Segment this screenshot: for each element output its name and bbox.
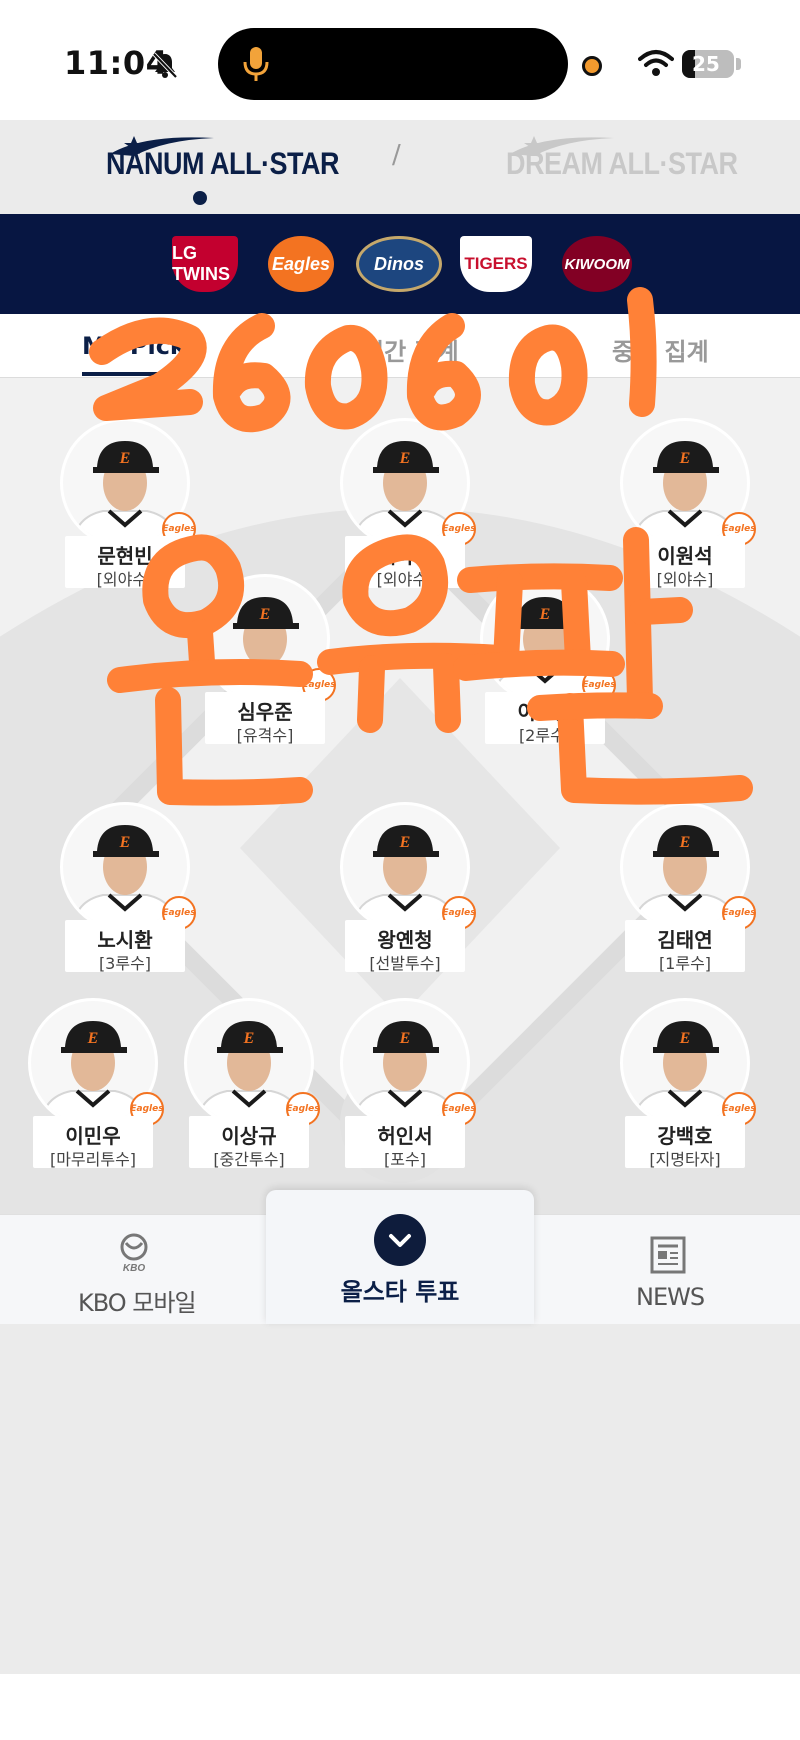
player-label: 왕옌청 [선발투수] (345, 920, 465, 973)
player-name: 심우준 (237, 700, 293, 724)
player-position: [2루수] (518, 726, 572, 745)
player-card[interactable]: E Eagles 허인서 [포수] (340, 998, 476, 1169)
microphone-icon (243, 47, 269, 81)
team-filter-bar: LG TWINS Eagles Dinos TIGERS KIWOOM (0, 214, 800, 314)
sub-tab-bar: My Pick 시간 집계 중간 집계 (0, 314, 800, 378)
player-name: 문현빈 (97, 544, 153, 568)
tab-hourly-tally[interactable]: 시간 집계 (362, 332, 459, 367)
player-position: [포수] (384, 1150, 426, 1169)
player-label: 이민우 [마무리투수] (33, 1116, 153, 1169)
player-label: 노시환 [3루수] (65, 920, 185, 973)
player-name: 이민우 (65, 1124, 121, 1148)
empty-content-area (0, 1324, 800, 1674)
nav-allstar-vote-label: 올스타 투표 (340, 1278, 460, 1306)
svg-text:E: E (679, 834, 691, 851)
player-label: 강백호 [지명타자] (625, 1116, 745, 1169)
player-label: 김태연 [1루수] (625, 920, 745, 973)
player-name: 강백호 (657, 1124, 713, 1148)
battery-cap (736, 58, 741, 70)
svg-text:E: E (87, 1030, 99, 1047)
battery-icon: 25 (682, 50, 734, 78)
team-logo-twins[interactable]: LG TWINS (172, 236, 238, 292)
team-logo-kiwoom[interactable]: KIWOOM (562, 236, 632, 292)
player-position: [1루수] (658, 954, 712, 973)
bell-slash-icon (152, 52, 178, 79)
app-screen: 11:04 25 NANUM ALL·STAR / DREAM ALL·STAR… (0, 0, 800, 1740)
player-label: 페라자 [외야수] (345, 536, 465, 589)
sub-tab-underline (82, 372, 182, 376)
player-name: 허인서 (377, 1124, 433, 1148)
player-label: 이원석 [외야수] (625, 536, 745, 589)
player-card[interactable]: E Eagles 심우준 [유격수] (200, 574, 336, 745)
player-position: [지명타자] (649, 1150, 721, 1169)
player-name: 이원석 (657, 544, 713, 568)
svg-text:E: E (259, 606, 271, 623)
player-name: 이도윤 (517, 700, 573, 724)
player-card[interactable]: E Eagles 페라자 [외야수] (340, 418, 476, 589)
player-card[interactable]: E Eagles 노시환 [3루수] (60, 802, 196, 973)
player-position: [마무리투수] (49, 1150, 137, 1169)
svg-text:E: E (119, 450, 131, 467)
player-card[interactable]: E Eagles 이민우 [마무리투수] (28, 998, 164, 1169)
recording-dot-icon (582, 56, 602, 76)
tab-my-pick[interactable]: My Pick (82, 332, 186, 360)
player-name: 이상규 (221, 1124, 277, 1148)
player-position: [유격수] (236, 726, 294, 745)
player-label: 허인서 [포수] (345, 1116, 465, 1169)
svg-text:E: E (119, 834, 131, 851)
baseball-field: E Eagles 문현빈 [외야수] E Eagles 페라자 [외야수] E Eagles 이원석… (0, 378, 800, 1216)
wifi-icon (638, 50, 674, 76)
battery-percent: 25 (692, 52, 720, 76)
player-name: 페라자 (377, 544, 433, 568)
tab-dream-allstar[interactable]: DREAM ALL·STAR (506, 147, 738, 200)
kbo-logo-icon[interactable]: KBO (118, 1233, 150, 1273)
active-tab-indicator (193, 191, 207, 205)
svg-text:E: E (399, 450, 411, 467)
player-position: [외야수] (96, 570, 154, 589)
player-label: 이도윤 [2루수] (485, 692, 605, 745)
player-label: 심우준 [유격수] (205, 692, 325, 745)
home-indicator-area (0, 1674, 800, 1740)
player-position: [선발투수] (369, 954, 441, 973)
tab-interim-tally[interactable]: 중간 집계 (612, 332, 709, 367)
player-card[interactable]: E Eagles 강백호 [지명타자] (620, 998, 756, 1169)
nav-kbo-mobile[interactable]: KBO 모바일 (78, 1283, 197, 1318)
player-card[interactable]: E Eagles 왕옌청 [선발투수] (340, 802, 476, 973)
svg-text:E: E (679, 450, 691, 467)
team-logo-dinos[interactable]: Dinos (356, 236, 442, 292)
player-position: [외야수] (376, 570, 434, 589)
league-separator: / (392, 140, 401, 170)
svg-text:E: E (539, 606, 551, 623)
svg-text:E: E (243, 1030, 255, 1047)
player-label: 이상규 [중간투수] (189, 1116, 309, 1169)
player-name: 노시환 (97, 928, 153, 952)
player-name: 왕옌청 (377, 928, 433, 952)
player-card[interactable]: E Eagles 문현빈 [외야수] (60, 418, 196, 589)
newspaper-icon[interactable] (648, 1235, 688, 1275)
player-position: [중간투수] (213, 1150, 285, 1169)
kbo-icon-text: KBO (123, 1263, 145, 1273)
status-bar: 11:04 25 (0, 0, 800, 120)
player-position: [외야수] (656, 570, 714, 589)
team-logo-eagles[interactable]: Eagles (268, 236, 334, 292)
nav-news[interactable]: NEWS (636, 1283, 705, 1311)
player-card[interactable]: E Eagles 이원석 [외야수] (620, 418, 756, 589)
player-card[interactable]: E Eagles 이도윤 [2루수] (480, 574, 616, 745)
svg-text:E: E (399, 834, 411, 851)
player-name: 김태연 (657, 928, 713, 952)
player-card[interactable]: E Eagles 이상규 [중간투수] (184, 998, 320, 1169)
svg-text:E: E (399, 1030, 411, 1047)
tab-nanum-allstar[interactable]: NANUM ALL·STAR (106, 147, 339, 200)
svg-text:E: E (679, 1030, 691, 1047)
player-position: [3루수] (98, 954, 152, 973)
player-card[interactable]: E Eagles 김태연 [1루수] (620, 802, 756, 973)
player-label: 문현빈 [외야수] (65, 536, 185, 589)
nav-allstar-vote[interactable]: 올스타 투표 (266, 1190, 534, 1324)
team-logo-tigers[interactable]: TIGERS (460, 236, 532, 292)
chevron-down-icon[interactable] (374, 1214, 426, 1266)
